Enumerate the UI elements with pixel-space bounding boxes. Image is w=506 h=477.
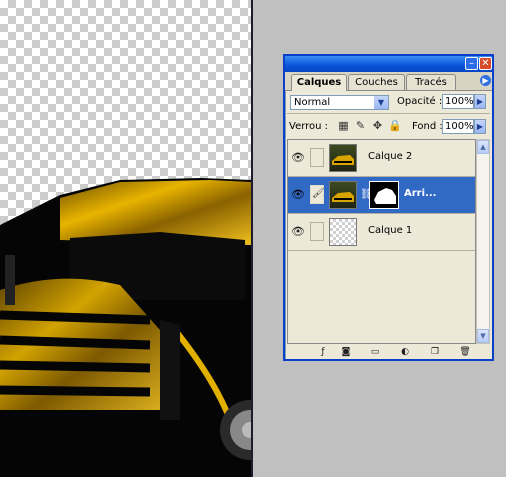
close-button[interactable]: ✕ bbox=[479, 57, 492, 70]
lock-pixels-icon[interactable]: ✎ bbox=[354, 119, 367, 132]
document-canvas[interactable] bbox=[0, 0, 251, 477]
link-box[interactable] bbox=[310, 222, 324, 241]
eye-icon[interactable]: 👁 bbox=[290, 224, 306, 240]
fill-arrow-icon[interactable]: ▶ bbox=[474, 119, 486, 134]
minimize-button[interactable]: – bbox=[465, 57, 478, 70]
adjustment-layer-icon[interactable]: ◐ bbox=[399, 346, 411, 358]
car-image bbox=[0, 178, 251, 477]
opacity-input[interactable]: 100% bbox=[442, 94, 474, 109]
divider bbox=[287, 113, 490, 114]
layer-row[interactable]: 👁 Calque 1 bbox=[288, 214, 475, 251]
layers-list: 👁 Calque 2 👁 🖌 ⛓ Arri... 👁 Calque 1 bbox=[287, 139, 476, 344]
layer-row-selected[interactable]: 👁 🖌 ⛓ Arri... bbox=[288, 177, 475, 214]
tab-paths[interactable]: Tracés bbox=[406, 74, 456, 90]
lock-transparency-icon[interactable]: ▦ bbox=[337, 119, 350, 132]
layer-thumbnail bbox=[329, 181, 357, 209]
chevron-down-icon[interactable]: ▼ bbox=[374, 96, 388, 109]
layer-row[interactable]: 👁 Calque 2 bbox=[288, 140, 475, 177]
canvas-edge bbox=[251, 0, 253, 477]
blend-mode-select[interactable]: Normal ▼ bbox=[290, 95, 389, 110]
layer-name: Calque 1 bbox=[368, 225, 413, 236]
add-mask-icon[interactable]: ◙ bbox=[340, 346, 352, 358]
fill-label: Fond : bbox=[412, 121, 443, 132]
palette-bottom-bar: ƒ ◙ ▭ ◐ ❐ 🗑 bbox=[287, 345, 490, 359]
layer-mask-thumbnail[interactable] bbox=[369, 181, 399, 209]
eye-icon[interactable]: 👁 bbox=[290, 150, 306, 166]
layers-palette: – ✕ Calques Couches Tracés ▶ Normal ▼ Op… bbox=[283, 54, 494, 361]
new-group-icon[interactable]: ▭ bbox=[369, 346, 381, 358]
trash-icon[interactable]: 🗑 bbox=[459, 346, 471, 358]
scroll-up-icon[interactable]: ▲ bbox=[477, 140, 489, 154]
scroll-down-icon[interactable]: ▼ bbox=[477, 329, 489, 343]
link-box[interactable]: 🖌 bbox=[310, 185, 325, 204]
link-box[interactable] bbox=[310, 148, 324, 167]
tab-layers[interactable]: Calques bbox=[291, 74, 347, 91]
tab-channels[interactable]: Couches bbox=[348, 74, 405, 90]
lock-label: Verrou : bbox=[289, 121, 329, 132]
layer-style-icon[interactable]: ƒ bbox=[317, 346, 329, 358]
palette-titlebar[interactable]: – ✕ bbox=[285, 56, 492, 72]
layer-thumbnail bbox=[329, 144, 357, 172]
new-layer-icon[interactable]: ❐ bbox=[429, 346, 441, 358]
opacity-arrow-icon[interactable]: ▶ bbox=[474, 94, 486, 109]
lock-position-icon[interactable]: ✥ bbox=[371, 119, 384, 132]
brush-icon: 🖌 bbox=[312, 188, 325, 199]
lock-all-icon[interactable]: 🔒 bbox=[388, 119, 402, 132]
layer-name: Arri... bbox=[404, 188, 437, 199]
fill-input[interactable]: 100% bbox=[442, 119, 474, 134]
layer-thumbnail bbox=[329, 218, 357, 246]
blend-mode-value: Normal bbox=[294, 97, 331, 108]
eye-icon[interactable]: 👁 bbox=[290, 187, 306, 203]
layers-scrollbar[interactable]: ▲ ▼ bbox=[476, 139, 490, 344]
palette-tabs: Calques Couches Tracés ▶ bbox=[285, 72, 492, 91]
opacity-label: Opacité : bbox=[397, 96, 443, 107]
palette-menu-icon[interactable]: ▶ bbox=[480, 75, 491, 86]
layer-name: Calque 2 bbox=[368, 151, 413, 162]
